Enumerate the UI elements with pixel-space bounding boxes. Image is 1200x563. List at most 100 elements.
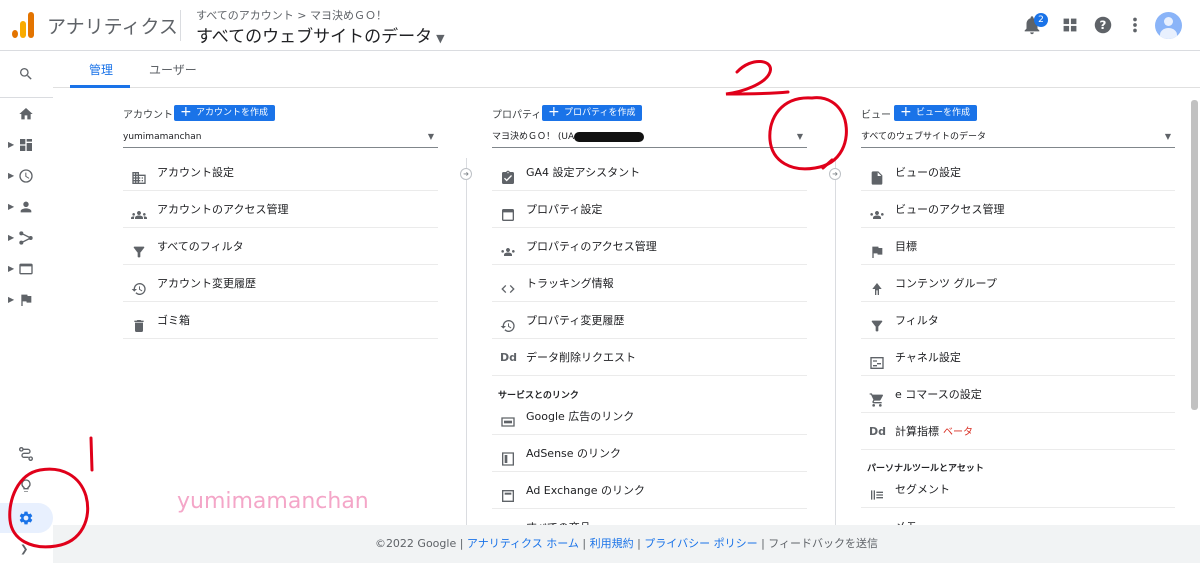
dd-icon: Dd bbox=[500, 351, 518, 364]
expand-nav-icon[interactable]: ❯ bbox=[20, 544, 28, 555]
copyright: ©2022 Google bbox=[374, 537, 457, 550]
account-select-value: yumimamanchan bbox=[123, 132, 202, 142]
create-view-button[interactable]: + ビューを作成 bbox=[894, 104, 978, 121]
item-label: チャネル設定 bbox=[895, 351, 961, 364]
expand-arrow-icon[interactable]: ▶ bbox=[8, 264, 14, 273]
account-select[interactable]: yumimamanchan ▼ bbox=[123, 128, 438, 148]
dropdown-arrow-icon: ▼ bbox=[1164, 132, 1171, 141]
content-grouping-item[interactable]: コンテンツ グループ bbox=[861, 266, 1175, 302]
home-icon[interactable] bbox=[18, 106, 34, 122]
item-label: アカウント設定 bbox=[157, 166, 234, 179]
customization-icon[interactable] bbox=[18, 137, 34, 153]
trash-item[interactable]: ゴミ箱 bbox=[123, 303, 438, 339]
breadcrumb[interactable]: すべてのアカウント > マヨ決めＧＯ！ bbox=[196, 7, 387, 23]
tab-user[interactable]: ユーザー bbox=[149, 61, 197, 78]
header-divider bbox=[180, 10, 181, 41]
expand-arrow-icon[interactable]: ▶ bbox=[8, 202, 14, 211]
checklist-icon bbox=[500, 165, 516, 184]
all-filters-item[interactable]: すべてのフィルタ bbox=[123, 229, 438, 265]
attribution-icon[interactable] bbox=[18, 446, 34, 462]
item-label: ビューのアクセス管理 bbox=[895, 203, 1005, 216]
account-avatar[interactable] bbox=[1155, 12, 1182, 39]
footer: ©2022 Google | アナリティクス ホーム | 利用規約 | プライバ… bbox=[53, 525, 1200, 563]
account-access-item[interactable]: アカウントのアクセス管理 bbox=[123, 192, 438, 228]
tab-admin[interactable]: 管理 bbox=[89, 61, 113, 78]
layout-icon bbox=[500, 202, 516, 221]
flag-icon bbox=[869, 239, 885, 258]
search-icon[interactable] bbox=[18, 66, 34, 82]
history-icon bbox=[500, 313, 516, 332]
item-label: ゴミ箱 bbox=[157, 314, 190, 327]
audience-person-icon[interactable] bbox=[18, 199, 34, 215]
acquisition-icon[interactable] bbox=[18, 230, 34, 246]
item-label: e コマースの設定 bbox=[895, 388, 982, 401]
ecommerce-settings-item[interactable]: e コマースの設定 bbox=[861, 377, 1175, 413]
calculated-metrics-item[interactable]: Dd 計算指標 ベータ bbox=[861, 414, 1175, 450]
expand-arrow-icon[interactable]: ▶ bbox=[8, 233, 14, 242]
segments-item[interactable]: セグメント bbox=[861, 472, 1175, 508]
create-account-button[interactable]: + アカウントを作成 bbox=[174, 104, 276, 121]
analytics-logo[interactable] bbox=[12, 12, 34, 38]
apps-grid-icon[interactable] bbox=[1059, 14, 1081, 36]
item-label: ビューの設定 bbox=[895, 166, 961, 179]
beta-badge: ベータ bbox=[943, 427, 973, 438]
view-settings-item[interactable]: ビューの設定 bbox=[861, 155, 1175, 191]
terms-link[interactable]: 利用規約 bbox=[590, 537, 634, 550]
behavior-icon[interactable] bbox=[18, 261, 34, 277]
tracking-info-item[interactable]: トラッキング情報 bbox=[492, 266, 807, 302]
account-settings-item[interactable]: アカウント設定 bbox=[123, 155, 438, 191]
create-view-label: ビューを作成 bbox=[916, 108, 971, 118]
admin-gear-icon[interactable] bbox=[18, 510, 34, 526]
account-change-history-item[interactable]: アカウント変更履歴 bbox=[123, 266, 438, 302]
data-deletion-item[interactable]: Dd データ削除リクエスト bbox=[492, 340, 807, 376]
ad-exchange-link-item[interactable]: Ad Exchange のリンク bbox=[492, 473, 807, 509]
svg-text:?: ? bbox=[1100, 18, 1107, 32]
scrollbar[interactable] bbox=[1191, 100, 1198, 410]
expand-arrow-icon[interactable]: ▶ bbox=[8, 171, 14, 180]
view-filters-item[interactable]: フィルタ bbox=[861, 303, 1175, 339]
property-change-history-item[interactable]: プロパティ変更履歴 bbox=[492, 303, 807, 339]
top-app-bar: アナリティクス すべてのアカウント > マヨ決めＧＯ！ すべてのウェブサイトのデ… bbox=[0, 0, 1200, 51]
view-selector[interactable]: すべてのウェブサイトのデータ ▼ bbox=[196, 22, 445, 47]
admin-tabs: 管理 ユーザー bbox=[53, 51, 1200, 88]
google-ads-link-item[interactable]: Google 広告のリンク bbox=[492, 399, 807, 435]
dd-icon: Dd bbox=[869, 425, 887, 438]
footer-sep: | bbox=[456, 537, 467, 550]
code-icon bbox=[500, 276, 516, 293]
ga4-setup-assistant-item[interactable]: GA4 設定アシスタント bbox=[492, 155, 807, 191]
item-label: GA4 設定アシスタント bbox=[526, 166, 641, 179]
item-label: トラッキング情報 bbox=[526, 277, 614, 290]
view-select-value: すべてのウェブサイトのデータ bbox=[861, 132, 987, 142]
create-property-button[interactable]: + プロパティを作成 bbox=[542, 104, 643, 121]
channel-settings-item[interactable]: チャネル設定 bbox=[861, 340, 1175, 376]
item-label: アカウント変更履歴 bbox=[157, 277, 256, 290]
realtime-clock-icon[interactable] bbox=[18, 168, 34, 184]
expand-arrow-icon[interactable]: ▶ bbox=[8, 295, 14, 304]
expand-arrow-icon[interactable]: ▶ bbox=[8, 140, 14, 149]
account-column: アカウント + アカウントを作成 yumimamanchan ▼ アカウント設定 … bbox=[123, 88, 439, 525]
item-label: すべてのフィルタ bbox=[157, 240, 244, 253]
help-icon[interactable]: ? bbox=[1092, 14, 1114, 36]
property-select[interactable]: マヨ決めＧＯ！ (UA ▼ bbox=[492, 128, 807, 148]
property-access-item[interactable]: プロパティのアクセス管理 bbox=[492, 229, 807, 265]
more-vert-icon[interactable] bbox=[1124, 14, 1146, 36]
discover-lightbulb-icon[interactable] bbox=[18, 478, 34, 494]
goals-item[interactable]: 目標 bbox=[861, 229, 1175, 265]
conversions-flag-icon[interactable] bbox=[18, 292, 34, 308]
send-feedback-link[interactable]: フィードバックを送信 bbox=[768, 537, 878, 550]
analytics-home-link[interactable]: アナリティクス ホーム bbox=[467, 537, 579, 550]
view-access-item[interactable]: ビューのアクセス管理 bbox=[861, 192, 1175, 228]
item-label: AdSense のリンク bbox=[526, 447, 622, 460]
segment-icon bbox=[869, 482, 885, 500]
arrow-right-icon: ➜ bbox=[460, 168, 472, 180]
privacy-link[interactable]: プライバシー ポリシー bbox=[644, 537, 757, 550]
view-select[interactable]: すべてのウェブサイトのデータ ▼ bbox=[861, 128, 1175, 148]
calculated-metrics-label: 計算指標 bbox=[895, 425, 939, 438]
nav-divider bbox=[0, 97, 53, 98]
property-settings-item[interactable]: プロパティ設定 bbox=[492, 192, 807, 228]
account-heading: アカウント bbox=[123, 110, 173, 121]
adsense-link-item[interactable]: AdSense のリンク bbox=[492, 436, 807, 472]
trash-icon bbox=[131, 313, 147, 332]
people-icon bbox=[500, 239, 516, 256]
redacted-mark bbox=[574, 131, 645, 142]
